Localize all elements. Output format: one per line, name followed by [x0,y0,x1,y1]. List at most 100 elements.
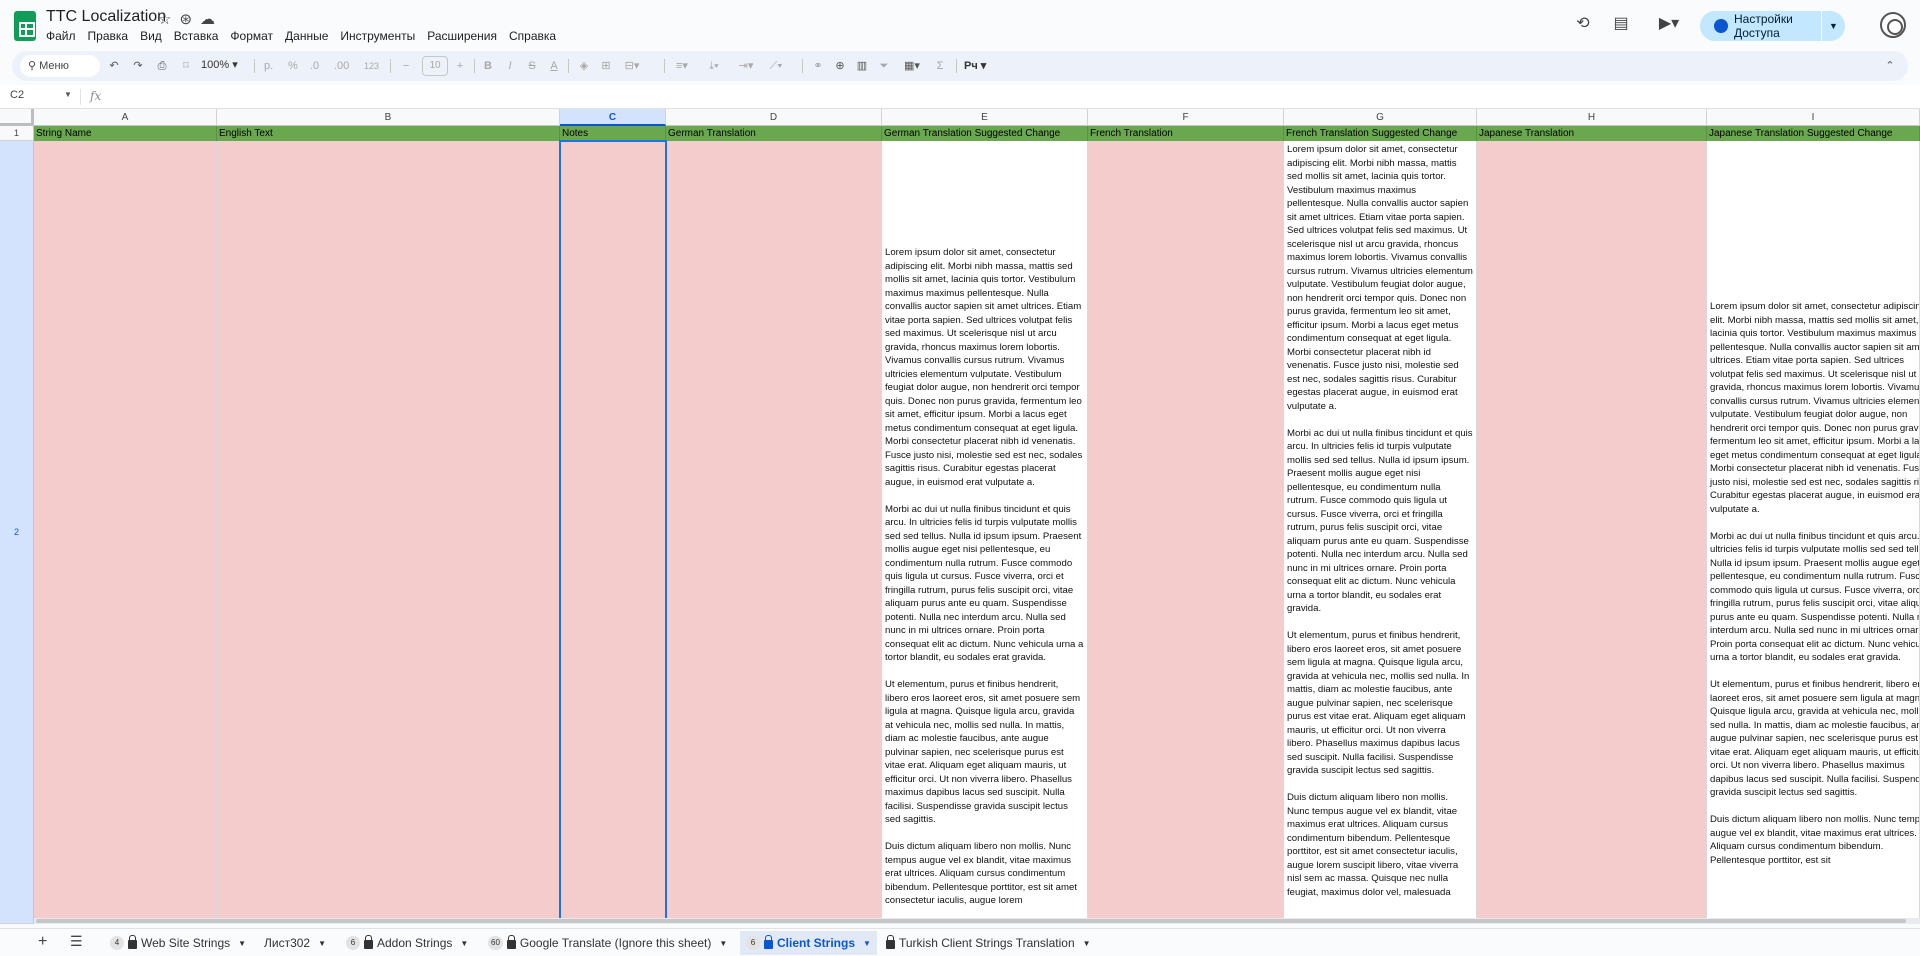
number-format[interactable]: 123 [364,58,379,74]
menu-search[interactable]: ⚲ Меню [20,55,100,77]
paint-format-icon[interactable]: ⌑ [178,58,194,74]
add-sheet-icon[interactable]: + [38,933,47,951]
cell-d1[interactable]: German Translation [666,126,882,141]
input-tools-select[interactable]: Рч ▾ [964,58,986,74]
cell-e1[interactable]: German Translation Suggested Change [882,126,1088,141]
italic-icon[interactable]: I [502,58,518,74]
star-icon[interactable]: ☆ [158,10,171,28]
sheet-tab-google-translate[interactable]: 60 Google Translate (Ignore this sheet) … [482,931,733,955]
increase-decimal[interactable]: .00 [334,58,349,74]
sheet-tab-client-strings[interactable]: 6 Client Strings ▼ [740,931,877,955]
avatar[interactable] [1880,12,1906,38]
bold-icon[interactable]: B [480,58,496,74]
chevron-down-icon[interactable]: ▼ [719,939,727,948]
column-header-c[interactable]: C [560,109,666,126]
chevron-down-icon[interactable]: ▼ [1083,939,1091,948]
insert-link-icon[interactable]: ⚭ [810,58,826,74]
filter-icon[interactable]: ⏷ [876,58,892,74]
spreadsheet-grid[interactable]: A B C D E F G H I 1 2 String Name Englis… [0,109,1920,924]
cell-a2[interactable] [34,141,217,924]
menu-tools[interactable]: Инструменты [334,28,421,44]
borders-icon[interactable]: ⊞ [598,58,614,74]
print-icon[interactable]: ⎙ [154,58,170,74]
meet-icon[interactable]: ▶▾ [1651,14,1687,34]
column-header-f[interactable]: F [1088,109,1284,126]
functions-icon[interactable]: Σ [932,58,948,74]
merge-cells-icon[interactable]: ⊟▾ [624,58,640,74]
currency-format[interactable]: р. [264,58,273,74]
menu-file[interactable]: Файл [46,28,82,44]
chevron-down-icon[interactable]: ▼ [318,939,326,948]
scrollbar-thumb[interactable] [36,919,1906,923]
formula-input[interactable] [110,89,1900,105]
cell-g1[interactable]: French Translation Suggested Change [1284,126,1477,141]
menu-view[interactable]: Вид [134,28,168,44]
text-rotation-icon[interactable]: ⟋▾ [768,58,784,74]
cell-i1[interactable]: Japanese Translation Suggested Change [1707,126,1920,141]
font-size-decrease-icon[interactable]: − [398,58,414,74]
menu-format[interactable]: Формат [224,28,279,44]
insert-comment-icon[interactable]: ⊕ [832,58,848,74]
menu-extensions[interactable]: Расширения [421,28,503,44]
cell-b2[interactable] [217,141,560,924]
percent-format[interactable]: % [288,58,298,74]
sheet-tab-list302[interactable]: Лист302 ▼ [258,931,332,955]
undo-icon[interactable]: ↶ [106,58,122,74]
cell-h2[interactable] [1477,141,1707,924]
chevron-down-icon[interactable]: ▼ [460,939,468,948]
fill-color-icon[interactable]: ◈ [576,58,592,74]
insert-chart-icon[interactable]: ▥ [854,58,870,74]
column-header-b[interactable]: B [217,109,560,126]
cell-f1[interactable]: French Translation [1088,126,1284,141]
row-header-1[interactable]: 1 [0,126,34,141]
text-wrap-icon[interactable]: ⇥▾ [738,58,754,74]
cell-d2[interactable] [666,141,882,924]
collapse-menus-icon[interactable]: ⌃ [1882,58,1898,74]
row-header-2[interactable]: 2 [0,141,34,924]
cell-g2[interactable]: Lorem ipsum dolor sit amet, consectetur … [1284,141,1477,924]
horizontal-align-icon[interactable]: ≡▾ [674,58,690,74]
font-size-increase-icon[interactable]: + [452,58,468,74]
chevron-down-icon[interactable]: ▼ [238,939,246,948]
history-icon[interactable]: ⟲ [1573,14,1593,34]
cell-a1[interactable]: String Name [34,126,217,141]
cell-f2[interactable] [1088,141,1284,924]
name-box[interactable]: C2 [10,89,24,101]
cell-e2[interactable]: Lorem ipsum dolor sit amet, consectetur … [882,141,1088,924]
all-sheets-icon[interactable]: ☰ [70,933,83,950]
redo-icon[interactable]: ↷ [130,58,146,74]
sheets-logo-icon[interactable] [14,11,36,41]
decrease-decimal[interactable]: .0 [310,58,319,74]
zoom-select[interactable]: 100% ▾ [201,58,238,71]
cell-c1[interactable]: Notes [560,126,666,141]
move-folder-icon[interactable]: ⊛ [179,10,192,28]
column-header-i[interactable]: I [1707,109,1920,126]
column-header-g[interactable]: G [1284,109,1477,126]
strikethrough-icon[interactable]: S [524,58,540,74]
vertical-align-icon[interactable]: ⤓▾ [706,58,722,74]
menu-data[interactable]: Данные [279,28,334,44]
document-title[interactable]: TTC Localization [46,8,166,26]
cloud-status-icon[interactable]: ☁ [200,10,215,28]
sheet-tab-turkish-client-strings[interactable]: Turkish Client Strings Translation ▼ [880,931,1097,955]
filter-views-icon[interactable]: ▦▾ [900,58,924,74]
select-all-corner[interactable] [0,109,34,126]
chevron-down-icon[interactable]: ▼ [863,939,871,948]
cell-b1[interactable]: English Text [217,126,560,141]
menu-insert[interactable]: Вставка [168,28,225,44]
cell-i2[interactable]: Lorem ipsum dolor sit amet, consectetur … [1707,141,1920,924]
text-color-icon[interactable]: A [546,58,562,74]
share-button[interactable]: Настройки Доступа ▼ [1700,11,1845,41]
column-header-h[interactable]: H [1477,109,1707,126]
menu-help[interactable]: Справка [503,28,562,44]
font-size-input[interactable]: 10 [422,56,448,76]
comments-icon[interactable]: ▤ [1611,14,1631,34]
chevron-down-icon[interactable]: ▼ [1821,11,1845,41]
column-header-e[interactable]: E [882,109,1088,126]
sheet-tab-web-site-strings[interactable]: 4 Web Site Strings ▼ [104,931,252,955]
menu-edit[interactable]: Правка [82,28,135,44]
chevron-down-icon[interactable]: ▼ [64,90,72,99]
column-header-a[interactable]: A [34,109,217,126]
cell-h1[interactable]: Japanese Translation [1477,126,1707,141]
sheet-tab-addon-strings[interactable]: 6 Addon Strings ▼ [340,931,474,955]
